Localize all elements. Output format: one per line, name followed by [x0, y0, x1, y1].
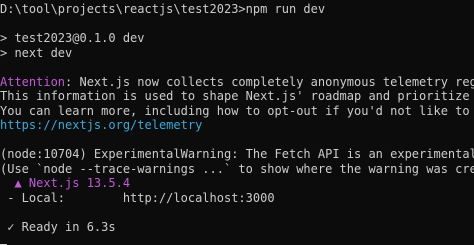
attention-text: : Next.js now collects completely anonym…: [65, 74, 474, 89]
script-name-line: > test2023@0.1.0 dev: [0, 31, 145, 45]
telemetry-info-line: This information is used to shape Next.j…: [0, 89, 474, 103]
attention-line: Attention: Next.js now collects complete…: [0, 75, 474, 90]
cursor-line: [0, 234, 474, 245]
ready-text: Ready in 6.3s: [14, 219, 116, 234]
attention-label: Attention: [0, 74, 66, 89]
telemetry-optout-line: You can learn more, including how to opt…: [0, 103, 474, 118]
check-icon: ✓: [0, 219, 15, 234]
next-version-line: ▲ Next.js 13.5.4: [0, 176, 474, 191]
command-prompt-line: D:\tool\projects\reactjs\test2023>npm ru…: [0, 2, 326, 16]
local-url-link[interactable]: http://localhost:3000: [123, 191, 275, 205]
local-label: - Local:: [0, 190, 66, 205]
ready-line: ✓ Ready in 6.3s: [0, 220, 474, 235]
telemetry-link[interactable]: https://nextjs.org/telemetry: [0, 118, 474, 133]
experimental-warning-line: (node:10704) ExperimentalWarning: The Fe…: [0, 147, 474, 161]
trace-warnings-line: (Use `node --trace-warnings ...` to show…: [0, 161, 474, 176]
terminal-window[interactable]: D:\tool\projects\reactjs\test2023>npm ru…: [0, 0, 474, 245]
local-spacer: [65, 191, 123, 205]
next-version-text: Next.js 13.5.4: [21, 176, 131, 190]
triangle-icon: ▲: [0, 176, 22, 190]
local-url-line: - Local: http://localhost:3000: [0, 191, 474, 206]
script-command-line: > next dev: [0, 45, 73, 60]
